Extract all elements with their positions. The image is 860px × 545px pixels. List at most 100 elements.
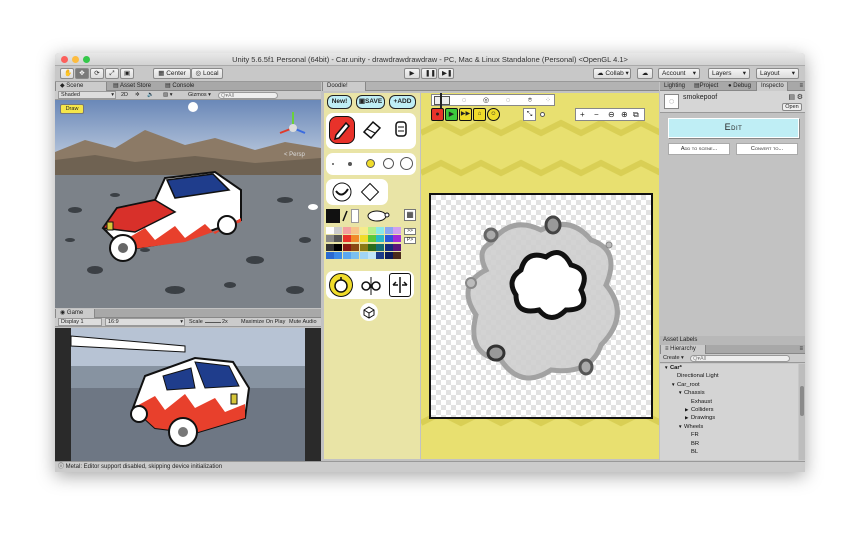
tab-hierarchy[interactable]: ≡ Hierarchy (660, 345, 706, 354)
flip-tool-button[interactable] (389, 273, 411, 297)
turtle-speed-icon[interactable] (364, 207, 390, 223)
hierarchy-item[interactable]: FR (685, 432, 699, 438)
pencil-tool-button[interactable] (329, 116, 355, 144)
palette-swatch[interactable] (334, 235, 343, 243)
palette-swatch[interactable] (393, 252, 402, 260)
hierarchy-item[interactable]: Directional Light (671, 373, 719, 379)
tab-asset-store[interactable]: ▤ Asset Store (109, 82, 155, 91)
hierarchy-item[interactable]: BL (685, 449, 698, 455)
bucket-tool-button[interactable] (388, 116, 414, 142)
layout-dropdown[interactable]: Layout ▾ (756, 68, 799, 79)
frame-5-thumb[interactable]: ⌾ (523, 96, 537, 105)
grid-toggle-icon[interactable]: ▦ (404, 209, 416, 221)
rect-tool-button[interactable]: ▣ (120, 68, 134, 79)
scene-search-input[interactable]: Q▾All (218, 92, 278, 99)
scale-slider[interactable] (205, 322, 221, 323)
hierarchy-item[interactable]: ▼ Wheels (678, 424, 703, 430)
display-dropdown[interactable]: Display 1 (58, 318, 102, 326)
copy-frame-icon[interactable]: ⧉ (633, 109, 639, 120)
hierarchy-scrollbar[interactable] (799, 364, 805, 460)
frame-6-thumb[interactable]: ⁘ (542, 96, 554, 105)
hierarchy-search-input[interactable]: Q▾All (690, 355, 790, 362)
open-button[interactable]: Open (782, 103, 802, 111)
pause-button[interactable]: ❚❚ (421, 68, 437, 79)
hierarchy-item[interactable]: Exhaust (685, 399, 712, 405)
edit-button[interactable]: Edit (668, 118, 799, 138)
palette-swatch[interactable] (393, 243, 402, 251)
persp-label[interactable]: < Persp (284, 152, 306, 158)
audio-toggle-icon[interactable]: 🔈 (147, 91, 154, 100)
tab-scene[interactable]: ◆ Scene (55, 82, 107, 91)
mute-audio-toggle[interactable]: Mute Audio (289, 318, 317, 327)
pivot-local-button[interactable]: ◎ Local (191, 68, 223, 79)
pivot-center-button[interactable]: ▦ Center (153, 68, 191, 79)
current-color-swatch[interactable] (326, 209, 340, 223)
hierarchy-item[interactable]: ▼ Car* (664, 365, 682, 371)
drawing-canvas[interactable] (429, 193, 653, 419)
palette-swatch[interactable] (384, 227, 393, 234)
tab-console[interactable]: ▤ Console (161, 82, 198, 91)
palette-swatch[interactable] (334, 243, 343, 251)
maximize-on-play-toggle[interactable]: Maximize On Play (241, 318, 285, 327)
palette-swatch[interactable] (393, 227, 402, 234)
tab-debug[interactable]: ● Debug (724, 82, 755, 91)
palette-swatch[interactable] (359, 252, 368, 260)
palette-swatch[interactable] (393, 235, 402, 243)
smooth-brush-button[interactable] (331, 181, 353, 203)
palette-swatch[interactable] (384, 252, 393, 260)
frame-3-thumb[interactable]: ◎ (479, 96, 493, 105)
palette-swatch[interactable] (376, 235, 385, 243)
onion-skin-button[interactable]: ☺ (487, 108, 500, 121)
zoom-out-icon[interactable]: − (594, 109, 599, 120)
palette-swatch[interactable] (342, 252, 351, 260)
frame-1-thumb[interactable] (434, 96, 450, 105)
step-button[interactable]: ▶❚ (438, 68, 454, 79)
palette-swatch[interactable] (359, 235, 368, 243)
add-to-scene-button[interactable]: Add to scene... (668, 143, 730, 155)
effects-toggle-icon[interactable]: ▨ ▾ (163, 91, 173, 100)
brush-size-3[interactable] (366, 159, 375, 168)
cube-tool-button[interactable] (360, 303, 378, 321)
frame-4-thumb[interactable]: ◌ (501, 96, 515, 105)
hierarchy-item[interactable]: ▼ Chassis (678, 390, 705, 396)
palette-swatch[interactable] (334, 227, 343, 234)
tab-doodle[interactable]: Doodle! (322, 82, 366, 91)
shading-dropdown[interactable]: Shaded ▾ (58, 91, 116, 99)
asset-labels-header[interactable]: Asset Labels (660, 336, 805, 345)
palette-swatch[interactable] (334, 252, 343, 260)
aspect-dropdown[interactable]: 16:9 ▾ (105, 318, 185, 326)
palette-swatch[interactable] (351, 235, 360, 243)
play-button[interactable]: ▶ (404, 68, 420, 79)
zoom-in-icon[interactable]: + (580, 109, 585, 120)
loop-button[interactable]: ⌂ (473, 108, 486, 121)
game-viewport[interactable] (55, 328, 321, 461)
palette-swatch[interactable] (351, 252, 360, 260)
palette-swatch[interactable] (342, 243, 351, 251)
hand-tool-button[interactable]: ✋ (60, 68, 74, 79)
palette-swatch[interactable] (326, 252, 334, 260)
palette-swatch[interactable] (351, 243, 360, 251)
eraser-tool-button[interactable] (359, 116, 385, 142)
hierarchy-item[interactable]: ▼ Car_root (671, 382, 700, 388)
palette-swatch[interactable] (342, 235, 351, 243)
pattern-brush-button[interactable] (359, 181, 381, 203)
palette-swatch[interactable] (368, 235, 376, 243)
brush-size-1[interactable] (332, 163, 334, 165)
hierarchy-item[interactable]: ▶ Drawings (685, 415, 715, 421)
frame-2-thumb[interactable]: ◌ (457, 96, 471, 105)
draw-button[interactable]: Draw (60, 104, 84, 114)
panel-menu-icon[interactable]: ≡ (799, 82, 803, 91)
palette-swatch[interactable] (326, 227, 334, 234)
maximize-window-button[interactable] (83, 56, 90, 63)
layers-dropdown[interactable]: Layers ▾ (708, 68, 750, 79)
gizmos-dropdown[interactable]: Gizmos ▾ (188, 91, 211, 100)
rotate-tool-button[interactable]: ⟳ (90, 68, 104, 79)
close-window-button[interactable] (61, 56, 68, 63)
palette-swatch[interactable] (368, 252, 376, 260)
zoom-fit-icon[interactable]: ⊖ (608, 109, 615, 120)
cloud-button[interactable]: ☁ (637, 68, 653, 79)
bomb-tool-button[interactable] (329, 273, 353, 297)
brush-size-4[interactable] (383, 158, 394, 169)
convert-to-button[interactable]: Convert to... (736, 143, 798, 155)
record-button[interactable]: ● (431, 108, 444, 121)
